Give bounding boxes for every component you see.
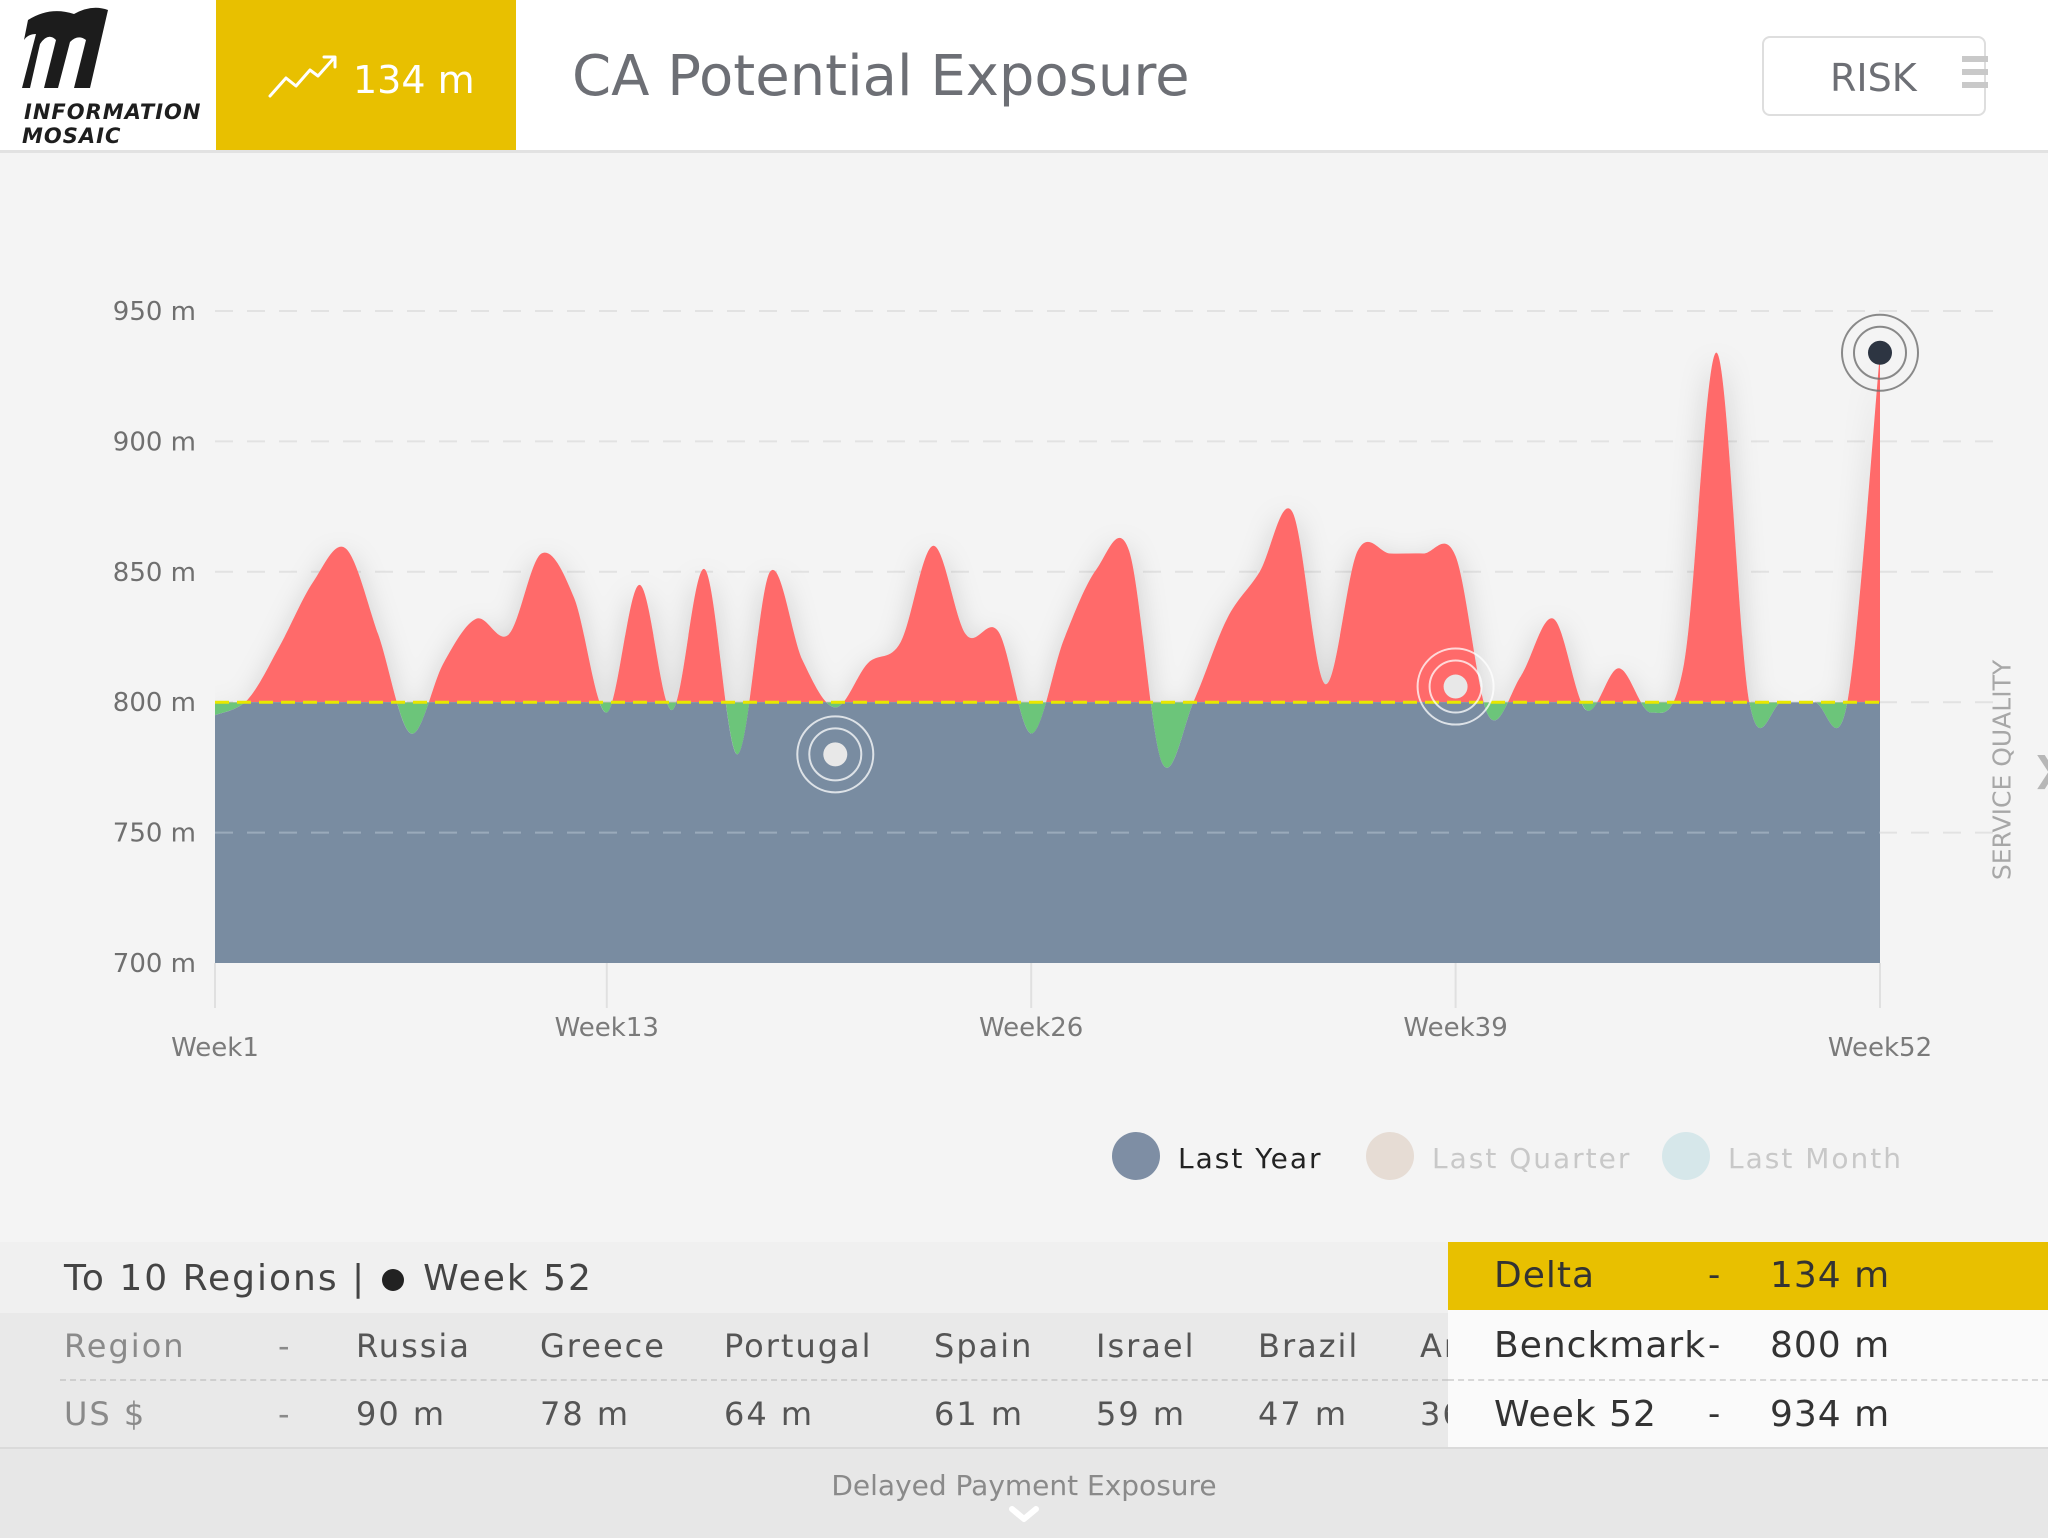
footer-label: Delayed Payment Exposure — [831, 1469, 1217, 1502]
legend-last-month-swatch — [1662, 1132, 1710, 1180]
bullet-icon — [381, 1269, 404, 1291]
summary-row-delta: Delta - 134 m — [1448, 1242, 2048, 1310]
region-value: 61 m — [934, 1395, 1025, 1433]
service-quality-label: SERVICE QUALITY — [1987, 659, 2017, 881]
row-key-region: Region — [64, 1327, 186, 1365]
region-name: Greece — [540, 1327, 666, 1365]
summary-row-benchmark: Benckmark - 800 m — [1448, 1312, 2048, 1380]
regions-table[interactable]: Region - Russia Greece Portugal Spain Is… — [0, 1313, 1448, 1447]
service-quality-tab[interactable]: SERVICE QUALITY ❯ — [1982, 640, 2048, 900]
x-tick-label: Week1 — [171, 1033, 259, 1063]
x-axis-ticks: Week1 Week13 Week26 Week39 Week52 — [171, 963, 1932, 1063]
region-name: Ar — [1420, 1327, 1448, 1365]
y-tick-label: 900 m — [113, 427, 196, 457]
x-tick-label: Week39 — [1403, 1013, 1507, 1043]
region-name: Portugal — [724, 1327, 873, 1365]
y-tick-label: 850 m — [113, 558, 196, 588]
y-axis-ticks: 950 m 900 m 850 m 800 m 750 m 700 m — [113, 297, 196, 979]
summary-key: Benckmark — [1494, 1325, 1707, 1366]
row-dash: - — [278, 1327, 292, 1365]
region-name: Spain — [934, 1327, 1034, 1365]
legend-last-year-swatch — [1112, 1132, 1160, 1180]
chevron-down-icon — [1009, 1506, 1039, 1522]
chart-plot-area — [215, 352, 1880, 963]
legend-last-quarter-swatch — [1366, 1132, 1414, 1180]
region-name: Israel — [1096, 1327, 1196, 1365]
region-value: 78 m — [540, 1395, 631, 1433]
y-tick-label: 700 m — [113, 949, 196, 979]
x-tick-label: Week26 — [979, 1013, 1083, 1043]
summary-value: 934 m — [1770, 1394, 1891, 1435]
summary-panel: Delta - 134 m Benckmark - 800 m Week 52 … — [1448, 1242, 2048, 1447]
delayed-payment-exposure-tab[interactable]: Delayed Payment Exposure — [0, 1447, 2048, 1538]
x-tick-label: Week52 — [1828, 1033, 1932, 1063]
marker-dot — [1443, 674, 1468, 699]
y-tick-label: 950 m — [113, 297, 196, 327]
legend-last-year-label: Last Year — [1178, 1142, 1323, 1175]
highlight-marker — [1416, 647, 1495, 726]
row-dash: - — [278, 1395, 292, 1433]
region-name: Russia — [356, 1327, 471, 1365]
highlight-marker — [796, 715, 875, 794]
marker-dot — [823, 742, 848, 767]
regions-heading-prefix: To 10 Regions | — [64, 1258, 367, 1299]
table-row-values: US $ - 90 m 78 m 64 m 61 m 59 m 47 m 36 — [0, 1381, 1448, 1447]
region-value: 47 m — [1258, 1395, 1349, 1433]
region-value: 59 m — [1096, 1395, 1187, 1433]
region-value: 36 — [1420, 1395, 1448, 1433]
summary-value: 800 m — [1770, 1325, 1891, 1366]
legend-last-month-label: Last Month — [1728, 1142, 1903, 1175]
y-tick-label: 800 m — [113, 688, 196, 718]
summary-dash: - — [1708, 1255, 1721, 1295]
region-value: 90 m — [356, 1395, 447, 1433]
region-name: Brazil — [1258, 1327, 1360, 1365]
chevron-right-icon: ❯ — [2032, 750, 2048, 790]
legend-last-quarter-label: Last Quarter — [1432, 1142, 1632, 1175]
highlight-marker — [1841, 313, 1919, 392]
summary-value: 134 m — [1770, 1255, 1891, 1296]
summary-dash: - — [1708, 1394, 1721, 1434]
exposure-chart: 950 m900 m850 m800 m750 m700 m Week1Week… — [113, 297, 2000, 1063]
summary-key: Delta — [1494, 1255, 1596, 1296]
regions-heading: To 10 Regions | Week 52 — [64, 1258, 593, 1299]
y-tick-label: 750 m — [113, 819, 196, 849]
x-tick-label: Week13 — [555, 1013, 659, 1043]
marker-dot — [1868, 340, 1892, 365]
regions-heading-week: Week 52 — [423, 1258, 593, 1299]
regions-panel: To 10 Regions | Week 52 Region - Russia … — [0, 1242, 2048, 1447]
summary-row-week: Week 52 - 934 m — [1448, 1381, 2048, 1449]
region-value: 64 m — [724, 1395, 815, 1433]
row-key-usd: US $ — [64, 1395, 147, 1433]
table-row-regions: Region - Russia Greece Portugal Spain Is… — [0, 1313, 1448, 1379]
summary-key: Week 52 — [1494, 1394, 1657, 1435]
summary-dash: - — [1708, 1325, 1721, 1365]
